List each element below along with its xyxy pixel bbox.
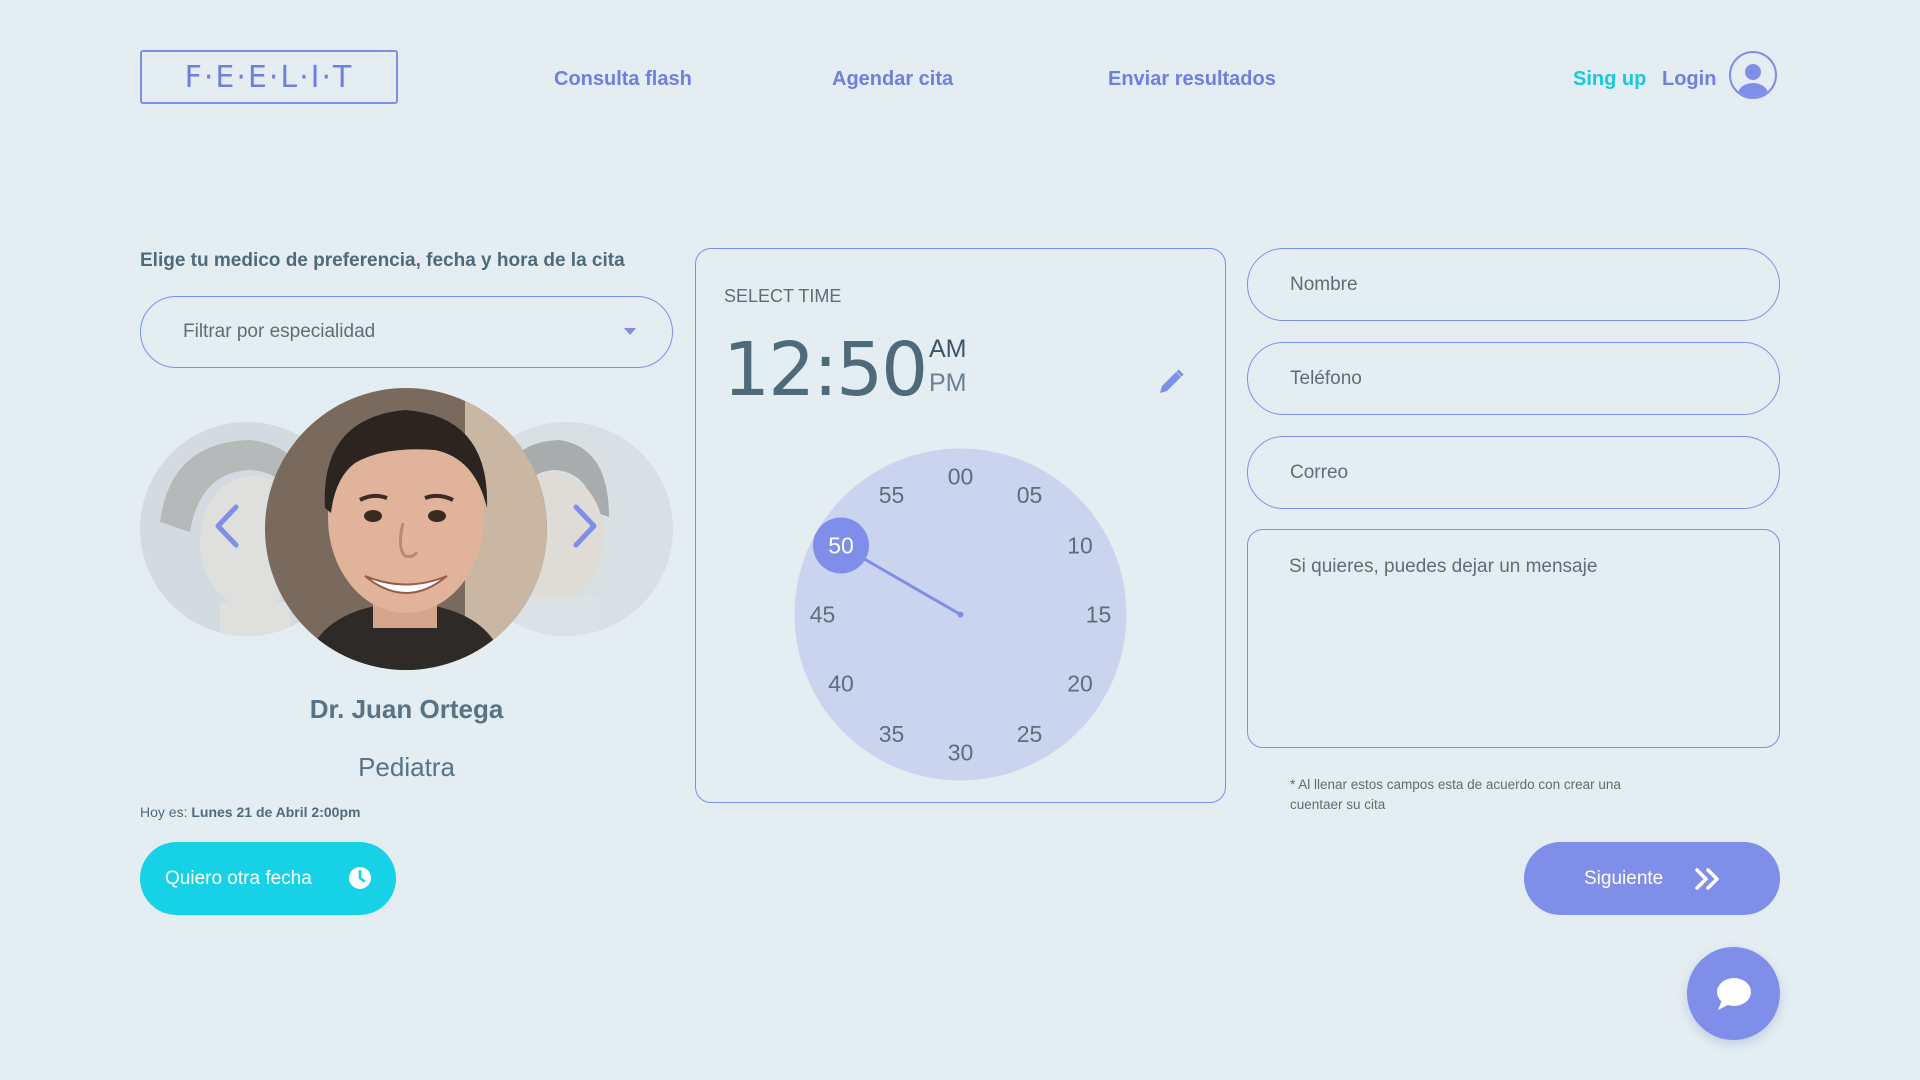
signup-link[interactable]: Sing up <box>1573 68 1646 91</box>
name-field[interactable]: Nombre <box>1247 248 1780 321</box>
clock-minute-40[interactable]: 40 <box>828 671 854 697</box>
nav-enviar-resultados[interactable]: Enviar resultados <box>1108 68 1276 91</box>
clock-minute-05[interactable]: 05 <box>1017 482 1043 508</box>
doctor-name: Dr. Juan Ortega <box>309 694 504 724</box>
email-field[interactable]: Correo <box>1247 436 1780 509</box>
next-button[interactable]: Siguiente <box>1524 842 1780 915</box>
selected-time[interactable]: 12:50 <box>723 327 928 413</box>
previous-doctor-arrow-icon[interactable] <box>212 503 242 554</box>
pencil-icon[interactable] <box>1156 367 1186 402</box>
terms-note-line1: * Al llenar estos campos esta de acuerdo… <box>1290 777 1621 792</box>
terms-note-line2: cuentaer su cita <box>1290 797 1386 812</box>
clock-minute-20[interactable]: 20 <box>1067 671 1093 697</box>
instruction-text: Elige tu medico de preferencia, fecha y … <box>140 250 625 271</box>
logo[interactable]: F·E·E·L·I·T <box>140 50 398 104</box>
today-value: Lunes 21 de Abril 2:00pm <box>191 804 361 820</box>
message-placeholder: Si quieres, puedes dejar un mensaje <box>1289 556 1598 577</box>
next-label: Siguiente <box>1584 867 1664 889</box>
clock-minute-45[interactable]: 45 <box>810 602 836 628</box>
caret-down-icon <box>624 328 636 335</box>
clock-minute-55[interactable]: 55 <box>879 482 905 508</box>
phone-field[interactable]: Teléfono <box>1247 342 1780 415</box>
clock-icon <box>348 866 372 896</box>
login-link[interactable]: Login <box>1662 68 1716 91</box>
email-placeholder: Correo <box>1290 461 1349 483</box>
terms-note: * Al llenar estos campos esta de acuerdo… <box>1290 775 1710 815</box>
clock-minute-50[interactable]: 50 <box>828 533 854 559</box>
clock-center <box>957 611 964 618</box>
clock-minute-25[interactable]: 25 <box>1017 721 1043 747</box>
clock-minute-15[interactable]: 15 <box>1086 602 1112 628</box>
chat-button[interactable] <box>1687 947 1780 1040</box>
today-label: Hoy es: <box>140 804 188 820</box>
today-date: Hoy es: Lunes 21 de Abril 2:00pm <box>140 804 360 820</box>
doctor-specialty: Pediatra <box>358 752 455 782</box>
am-toggle[interactable]: AM <box>929 335 967 364</box>
specialty-filter-select[interactable]: Filtrar por especialidad <box>140 296 673 368</box>
pm-toggle[interactable]: PM <box>929 369 967 398</box>
next-doctor-arrow-icon[interactable] <box>570 503 600 554</box>
user-icon[interactable] <box>1729 51 1777 99</box>
other-date-label: Quiero otra fecha <box>165 867 312 889</box>
filter-placeholder: Filtrar por especialidad <box>183 321 376 342</box>
clock-minute-10[interactable]: 10 <box>1067 533 1093 559</box>
name-placeholder: Nombre <box>1290 273 1358 295</box>
select-time-label: SELECT TIME <box>724 286 842 306</box>
chat-bubble-icon <box>1717 978 1751 1010</box>
nav-agendar-cita[interactable]: Agendar cita <box>832 68 953 91</box>
doctor-photo-selected <box>265 388 547 670</box>
double-chevron-right-icon <box>1694 868 1722 896</box>
clock-minute-35[interactable]: 35 <box>879 721 905 747</box>
message-textarea[interactable]: Si quieres, puedes dejar un mensaje <box>1247 529 1780 748</box>
other-date-button[interactable]: Quiero otra fecha <box>140 842 396 915</box>
time-picker-card: SELECT TIME 12:50 AM PM 00 05 10 15 20 25 30 35… <box>695 248 1226 803</box>
clock-minute-00[interactable]: 00 <box>948 464 974 490</box>
nav-consulta-flash[interactable]: Consulta flash <box>554 68 692 91</box>
phone-placeholder: Teléfono <box>1290 367 1362 389</box>
clock-minute-30[interactable]: 30 <box>948 740 974 766</box>
clock-face[interactable]: 00 05 10 15 20 25 30 35 40 45 50 55 <box>794 448 1127 781</box>
